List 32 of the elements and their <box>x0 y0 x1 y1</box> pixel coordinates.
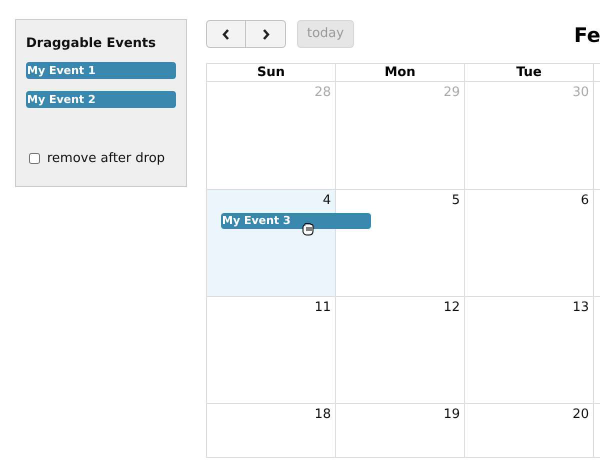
day-cell[interactable]: 19 <box>336 404 465 458</box>
day-cell[interactable]: 12 <box>336 297 465 404</box>
event-chip[interactable]: My Event 2 <box>26 90 176 108</box>
checkbox-label: remove after drop <box>47 150 165 168</box>
day-number: 13 <box>572 299 589 317</box>
day-number: 4 <box>322 192 331 210</box>
grab-cursor-icon <box>301 222 315 236</box>
day-cell[interactable]: 20 <box>465 404 594 458</box>
day-cell[interactable]: 6 <box>465 190 594 297</box>
day-number: 11 <box>314 299 331 317</box>
day-number: 30 <box>572 84 589 102</box>
day-number: 29 <box>443 84 460 102</box>
day-cell[interactable]: 13 <box>465 297 594 404</box>
previous-button[interactable] <box>206 20 246 48</box>
chevron-left-icon <box>222 28 230 40</box>
checkbox[interactable] <box>29 152 40 164</box>
day-cell[interactable]: 5 <box>336 190 465 297</box>
day-cell[interactable]: 18 <box>207 404 336 458</box>
day-number: 12 <box>443 299 460 317</box>
day-number: 19 <box>443 406 460 424</box>
day-number: 18 <box>314 406 331 424</box>
day-number: 5 <box>452 192 460 210</box>
day-cell[interactable]: 11 <box>207 297 336 404</box>
day-number: 28 <box>314 84 331 102</box>
event-chip[interactable]: My Event 1 <box>26 62 176 78</box>
panel-title: Draggable Events <box>26 35 157 53</box>
day-number: 20 <box>572 406 589 424</box>
calendar-title: Fe <box>574 22 600 49</box>
chevron-right-icon <box>262 28 270 40</box>
next-button[interactable] <box>246 20 286 48</box>
day-number: 6 <box>580 192 589 210</box>
calendar-event[interactable]: My Event 3 <box>221 213 371 229</box>
